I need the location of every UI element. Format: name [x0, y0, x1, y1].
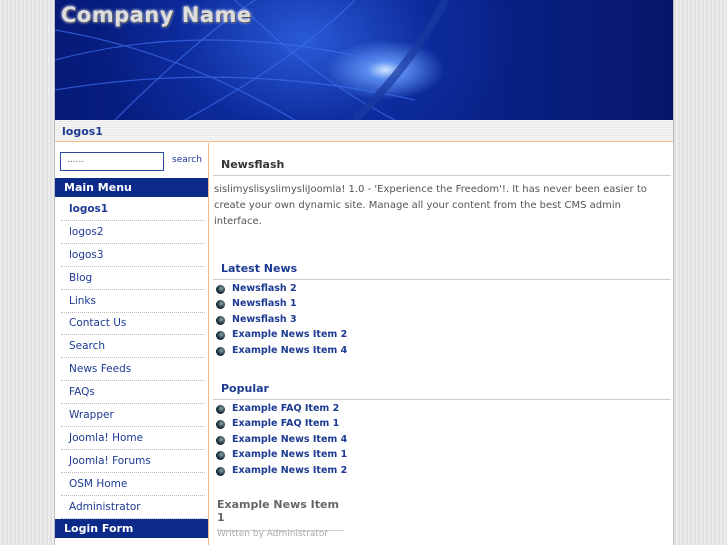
bullet-icon: [216, 420, 225, 429]
latest-news-item[interactable]: Newsflash 1: [216, 297, 297, 309]
menu-item-faqs[interactable]: FAQs: [61, 381, 205, 404]
popular-item[interactable]: Example FAQ Item 1: [216, 417, 339, 429]
bullet-icon: [216, 316, 225, 325]
bullet-icon: [216, 405, 225, 414]
company-logo[interactable]: Company Name: [61, 3, 252, 27]
bullet-icon: [216, 436, 225, 445]
menu-item-administrator[interactable]: Administrator: [61, 496, 205, 519]
menu-item-joomla-forums[interactable]: Joomla! Forums: [61, 450, 205, 473]
bullet-icon: [216, 467, 225, 476]
menu-item-osm-home[interactable]: OSM Home: [61, 473, 205, 496]
header-banner: Company Name: [55, 0, 673, 120]
article-byline: Written by Administrator: [217, 529, 329, 539]
login-form-title: Login Form: [55, 519, 208, 538]
latest-news-item[interactable]: Example News Item 2: [216, 328, 347, 340]
latest-news-item[interactable]: Example News Item 4: [216, 344, 347, 356]
menu-item-contact-us[interactable]: Contact Us: [61, 312, 205, 335]
menu-item-logos3[interactable]: logos3: [61, 244, 205, 267]
article-title[interactable]: Example News Item 1: [217, 498, 344, 531]
bullet-icon: [216, 300, 225, 309]
bullet-icon: [216, 347, 225, 356]
bullet-icon: [216, 451, 225, 460]
menu-item-news-feeds[interactable]: News Feeds: [61, 358, 205, 381]
popular-item[interactable]: Example FAQ Item 2: [216, 402, 339, 414]
popular-item[interactable]: Example News Item 1: [216, 448, 347, 460]
search-input[interactable]: ......: [60, 152, 164, 171]
latest-news-item[interactable]: Newsflash 3: [216, 313, 297, 325]
latest-news-item[interactable]: Newsflash 2: [216, 282, 297, 294]
menu-item-search[interactable]: Search: [61, 335, 205, 358]
page-container: Company Name logos1 ...... search Main M…: [54, 0, 674, 545]
main-menu-title: Main Menu: [55, 178, 208, 197]
popular-title: Popular: [213, 382, 671, 400]
menu-item-blog[interactable]: Blog: [61, 267, 205, 290]
menu-item-logos1[interactable]: logos1: [61, 198, 205, 221]
bullet-icon: [216, 331, 225, 340]
popular-item[interactable]: Example News Item 2: [216, 464, 347, 476]
search-button[interactable]: search: [172, 155, 202, 165]
latest-news-title: Latest News: [213, 262, 671, 280]
bullet-icon: [216, 285, 225, 294]
menu-item-logos2[interactable]: logos2: [61, 221, 205, 244]
sidebar: ...... search Main Menu logos1 logos2 lo…: [55, 143, 209, 545]
popular-item[interactable]: Example News Item 4: [216, 433, 347, 445]
menu-item-joomla-home[interactable]: Joomla! Home: [61, 427, 205, 450]
menu-item-links[interactable]: Links: [61, 290, 205, 313]
breadcrumb[interactable]: logos1: [55, 120, 673, 142]
newsflash-text: sislimyslisyslimysliJoomla! 1.0 - 'Exper…: [214, 184, 647, 227]
newsflash-title: Newsflash: [213, 158, 671, 176]
menu-item-wrapper[interactable]: Wrapper: [61, 404, 205, 427]
